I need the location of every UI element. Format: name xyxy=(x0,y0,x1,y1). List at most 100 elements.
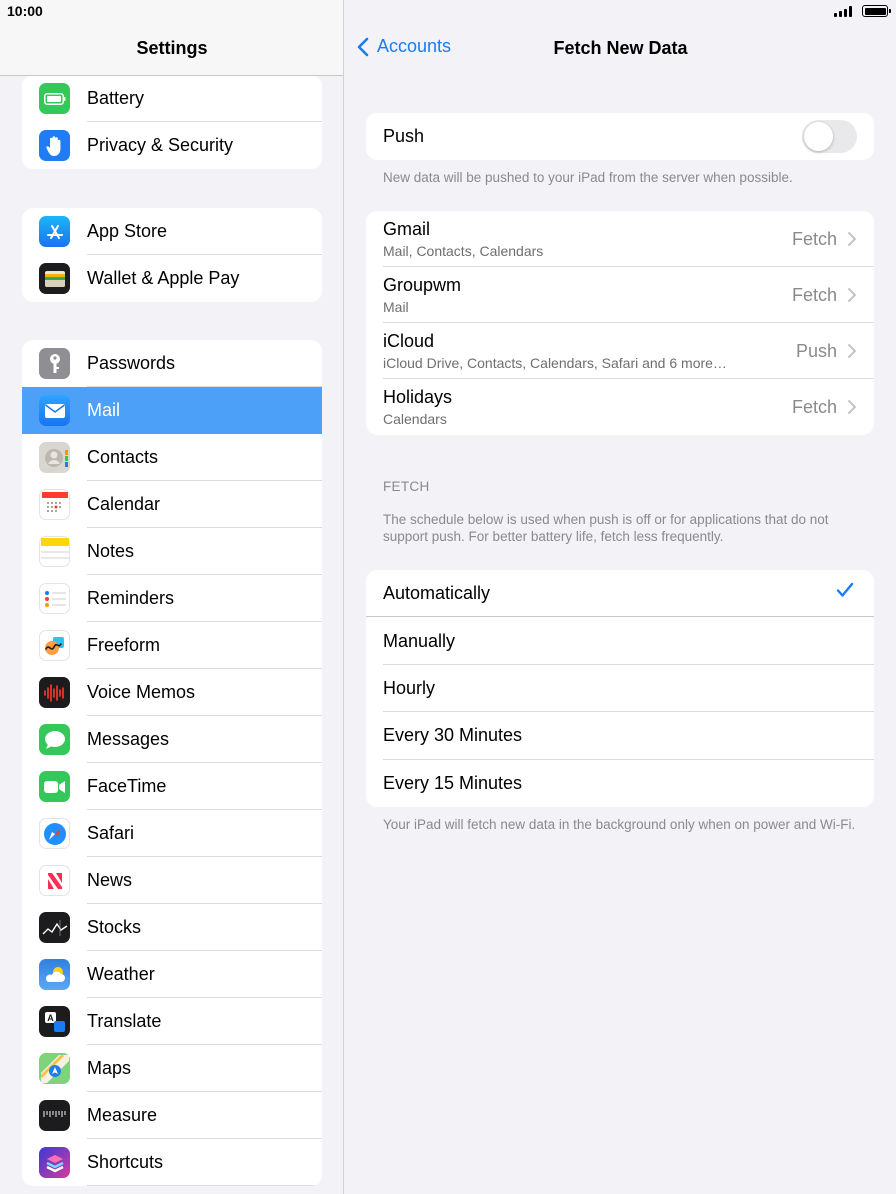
account-name: iCloud xyxy=(383,331,435,351)
account-fetch-mode: Fetch xyxy=(791,285,837,305)
fetch-option-automatically[interactable]: Automatically xyxy=(366,570,874,618)
shortcuts-icon xyxy=(39,1147,70,1178)
account-services: Mail, Contacts, Calendars xyxy=(383,243,544,259)
safari-icon xyxy=(39,818,70,849)
account-services: iCloud Drive, Contacts, Calendars, Safar… xyxy=(383,355,727,371)
sidebar-item-facetime[interactable]: FaceTime xyxy=(22,763,322,810)
sidebar-item-label: Weather xyxy=(87,964,155,984)
sidebar-item-app-store[interactable]: App Store xyxy=(22,208,322,255)
status-battery-icon xyxy=(862,5,891,17)
cellular-signal-icon xyxy=(834,5,852,17)
sidebar-item-reminders[interactable]: Reminders xyxy=(22,575,322,622)
sidebar-item-safari[interactable]: Safari xyxy=(22,810,322,857)
sidebar-item-label: App Store xyxy=(87,221,168,241)
status-time: 10:00 xyxy=(7,3,43,19)
facetime-icon xyxy=(39,771,70,802)
fetch-option-every-30-minutes[interactable]: Every 30 Minutes xyxy=(366,712,874,760)
push-row: Push xyxy=(366,113,874,160)
key-icon xyxy=(39,348,70,379)
sidebar-item-calendar[interactable]: Calendar xyxy=(22,481,322,528)
sidebar-item-mail[interactable]: Mail xyxy=(22,387,322,434)
sidebar-item-voice-memos[interactable]: Voice Memos xyxy=(22,669,322,716)
reminders-icon xyxy=(39,583,70,614)
svg-text:A: A xyxy=(47,1013,54,1023)
fetch-option-label: Every 15 Minutes xyxy=(383,772,523,793)
account-services: Mail xyxy=(383,299,409,315)
wallet-icon xyxy=(39,263,70,294)
sidebar-item-label: Wallet & Apple Pay xyxy=(87,268,240,288)
accounts-card: Gmail Mail, Contacts, Calendars Fetch Gr… xyxy=(366,211,874,435)
sidebar-item-label: Measure xyxy=(87,1105,158,1125)
detail-pane: Accounts Fetch New Data Push New data wi… xyxy=(345,0,896,1194)
stocks-icon xyxy=(39,912,70,943)
sidebar-item-wallet[interactable]: Wallet & Apple Pay xyxy=(22,255,322,302)
app-store-icon xyxy=(39,216,70,247)
sidebar-item-translate[interactable]: A Translate xyxy=(22,998,322,1045)
sidebar-item-maps[interactable]: Maps xyxy=(22,1045,322,1092)
sidebar-item-stocks[interactable]: Stocks xyxy=(22,904,322,951)
account-row-icloud[interactable]: iCloud iCloud Drive, Contacts, Calendars… xyxy=(366,323,874,379)
sidebar-item-label: Privacy & Security xyxy=(87,135,234,155)
sidebar-item-measure[interactable]: Measure xyxy=(22,1092,322,1139)
account-row-groupwm[interactable]: Groupwm Mail Fetch xyxy=(366,267,874,323)
measure-icon xyxy=(39,1100,70,1131)
fetch-option-manually[interactable]: Manually xyxy=(366,617,874,666)
sidebar-item-messages[interactable]: Messages xyxy=(22,716,322,763)
battery-icon xyxy=(39,83,70,114)
sidebar-item-label: Calendar xyxy=(87,494,161,514)
maps-icon xyxy=(39,1053,70,1084)
sidebar-item-label: Translate xyxy=(87,1011,162,1031)
sidebar-item-shortcuts[interactable]: Shortcuts xyxy=(22,1139,322,1186)
push-note: New data will be pushed to your iPad fro… xyxy=(383,170,793,185)
fetch-option-label: Automatically xyxy=(383,583,491,604)
fetch-note: The schedule below is used when push is … xyxy=(383,512,829,544)
contacts-icon xyxy=(39,442,70,473)
sidebar-item-contacts[interactable]: Contacts xyxy=(22,434,322,481)
fetch-option-label: Hourly xyxy=(383,677,436,698)
sidebar-item-privacy-security[interactable]: Privacy & Security xyxy=(22,122,322,169)
chevron-right-icon xyxy=(848,288,856,302)
chevron-right-icon xyxy=(848,400,856,414)
sidebar-item-news[interactable]: News xyxy=(22,857,322,904)
account-row-gmail[interactable]: Gmail Mail, Contacts, Calendars Fetch xyxy=(366,211,874,267)
mail-icon xyxy=(39,395,70,426)
sidebar-item-label: Battery xyxy=(87,88,145,108)
settings-sidebar: 10:00 Settings Battery Privacy & Securit… xyxy=(0,0,344,1194)
sidebar-item-battery[interactable]: Battery xyxy=(22,75,322,122)
status-icons xyxy=(834,5,891,17)
sidebar-item-label: Voice Memos xyxy=(87,682,196,702)
account-name: Gmail xyxy=(383,219,431,239)
sidebar-group-2: App Store Wallet & Apple Pay xyxy=(22,208,322,302)
chevron-right-icon xyxy=(848,232,856,246)
sidebar-item-label: Mail xyxy=(87,400,121,420)
account-services: Calendars xyxy=(383,411,447,427)
chevron-right-icon xyxy=(848,344,856,358)
notes-icon xyxy=(39,536,70,567)
sidebar-item-freeform[interactable]: Freeform xyxy=(22,622,322,669)
sidebar-item-passwords[interactable]: Passwords xyxy=(22,340,322,387)
sidebar-title: Settings xyxy=(136,38,208,58)
sidebar-item-label: Safari xyxy=(87,823,135,843)
fetch-options-card: Automatically Manually Hourly Every 30 M… xyxy=(366,570,874,807)
account-fetch-mode: Fetch xyxy=(791,229,837,249)
fetch-option-every-15-minutes[interactable]: Every 15 Minutes xyxy=(366,760,874,807)
sidebar-header: 10:00 Settings xyxy=(0,0,343,76)
sidebar-item-weather[interactable]: Weather xyxy=(22,951,322,998)
sidebar-item-label: Contacts xyxy=(87,447,159,467)
fetch-footer-note: Your iPad will fetch new data in the bac… xyxy=(383,817,856,832)
page-title: Fetch New Data xyxy=(553,38,688,58)
sidebar-item-notes[interactable]: Notes xyxy=(22,528,322,575)
sidebar-item-label: Reminders xyxy=(87,588,175,608)
push-card: Push xyxy=(366,113,874,160)
sidebar-item-label: Messages xyxy=(87,729,170,749)
push-toggle[interactable] xyxy=(802,120,857,153)
sidebar-item-label: Notes xyxy=(87,541,135,561)
account-fetch-mode: Push xyxy=(795,341,837,361)
freeform-icon xyxy=(39,630,70,661)
sidebar-item-label: Freeform xyxy=(87,635,161,655)
fetch-option-hourly[interactable]: Hourly xyxy=(366,665,874,713)
hand-icon xyxy=(39,130,70,161)
account-fetch-mode: Fetch xyxy=(791,397,837,417)
sidebar-item-label: Shortcuts xyxy=(87,1152,164,1172)
account-row-holidays[interactable]: Holidays Calendars Fetch xyxy=(366,379,874,435)
